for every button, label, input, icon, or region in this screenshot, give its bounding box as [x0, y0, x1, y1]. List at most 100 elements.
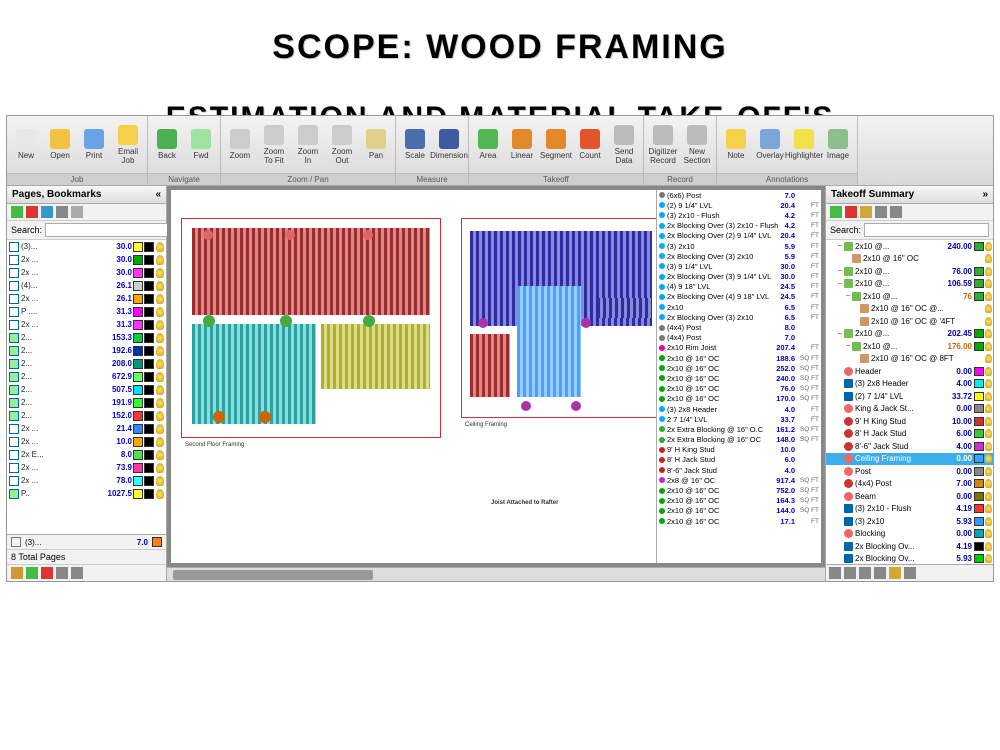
- page-item[interactable]: 2x ...73.9: [7, 461, 166, 474]
- summary-item[interactable]: 9' H King Stud10.00: [826, 415, 993, 428]
- takeoff-item[interactable]: 8' H Jack Stud6.0: [657, 455, 821, 465]
- bt-a-icon[interactable]: [829, 567, 841, 579]
- summary-item[interactable]: −2x10 @...240.00: [826, 240, 993, 253]
- linear-button[interactable]: Linear: [505, 127, 539, 162]
- page-item-bulb-icon[interactable]: [156, 437, 164, 447]
- expand-icon[interactable]: −: [844, 342, 852, 350]
- dimension-button[interactable]: Dimension: [432, 127, 466, 162]
- bt-d-icon[interactable]: [874, 567, 886, 579]
- summary-item[interactable]: −2x10 @...76.00: [826, 265, 993, 278]
- summary-bulb-icon[interactable]: [985, 267, 992, 276]
- page-item-bulb-icon[interactable]: [156, 255, 164, 265]
- zoom-in-button[interactable]: Zoom In: [291, 123, 325, 167]
- send-data-button[interactable]: Send Data: [607, 123, 641, 167]
- bt-b-icon[interactable]: [844, 567, 856, 579]
- takeoff-item[interactable]: (6x6) Post7.0: [657, 190, 821, 200]
- fwd-button[interactable]: Fwd: [184, 127, 218, 162]
- page-item-bulb-icon[interactable]: [156, 398, 164, 408]
- page-item-bulb-icon[interactable]: [156, 333, 164, 343]
- page-item-bulb-icon[interactable]: [156, 372, 164, 382]
- delete-page-icon[interactable]: [26, 206, 38, 218]
- takeoff-item[interactable]: 9' H King Stud10.0: [657, 445, 821, 455]
- takeoff-item[interactable]: 2x10 @ 16" OC76.0SQ FT: [657, 384, 821, 394]
- takeoff-items-list[interactable]: (6x6) Post7.0(2) 9 1/4" LVL20.4FT(3) 2x1…: [656, 190, 821, 563]
- takeoff-item[interactable]: 2x10 Rim Joist207.4FT: [657, 343, 821, 353]
- summary-bulb-icon[interactable]: [985, 517, 992, 526]
- zoom-fit-button[interactable]: Zoom To Fit: [257, 123, 291, 167]
- takeoff-item[interactable]: (3) 2x10 - Flush4.2FT: [657, 210, 821, 220]
- page-item[interactable]: 2x ...21.4: [7, 422, 166, 435]
- takeoff-item[interactable]: 2x8 @ 16" OC917.4SQ FT: [657, 475, 821, 485]
- page-item-bulb-icon[interactable]: [156, 450, 164, 460]
- takeoff-item[interactable]: 2x Blocking Over (2) 9 1/4" LVL20.4FT: [657, 231, 821, 241]
- takeoff-item[interactable]: (3) 2x8 Header4.0FT: [657, 404, 821, 414]
- zoom-out-button[interactable]: Zoom Out: [325, 123, 359, 167]
- page-item[interactable]: 2x ...30.0: [7, 253, 166, 266]
- page-item[interactable]: 2x ...78.0: [7, 474, 166, 487]
- selected-page-row[interactable]: (3)... 7.0: [7, 535, 166, 549]
- page-item-bulb-icon[interactable]: [156, 307, 164, 317]
- summary-bulb-icon[interactable]: [985, 242, 992, 251]
- takeoff-item[interactable]: 2x Blocking Over (3) 9 1/4" LVL30.0FT: [657, 272, 821, 282]
- takeoff-item[interactable]: 2x10 @ 16" OC164.3SQ FT: [657, 496, 821, 506]
- summary-item[interactable]: (3) 2x105.93: [826, 515, 993, 528]
- takeoff-item[interactable]: 2x Blocking Over (3) 2x105.9FT: [657, 251, 821, 261]
- page-item-bulb-icon[interactable]: [156, 320, 164, 330]
- summary-bulb-icon[interactable]: [985, 367, 992, 376]
- summary-item[interactable]: 8' H Jack Stud6.00: [826, 428, 993, 441]
- digitizer-record-button[interactable]: Digitizer Record: [646, 123, 680, 167]
- summary-bulb-icon[interactable]: [985, 454, 992, 463]
- takeoff-item[interactable]: (4x4) Post8.0: [657, 322, 821, 332]
- page-item[interactable]: 2x E...8.0: [7, 448, 166, 461]
- takeoff-item[interactable]: 2x Blocking Over (4) 9 18" LVL24.5FT: [657, 292, 821, 302]
- tool-a-icon[interactable]: [11, 567, 23, 579]
- summary-bulb-icon[interactable]: [985, 492, 992, 501]
- summary-item[interactable]: Beam0.00: [826, 490, 993, 503]
- sum-copy-icon[interactable]: [860, 206, 872, 218]
- summary-item[interactable]: 8'-6" Jack Stud4.00: [826, 440, 993, 453]
- takeoff-item[interactable]: (3) 2x105.9FT: [657, 241, 821, 251]
- summary-bulb-icon[interactable]: [985, 479, 992, 488]
- summary-bulb-icon[interactable]: [985, 379, 992, 388]
- summary-bulb-icon[interactable]: [985, 504, 992, 513]
- page-item[interactable]: (3)...30.0: [7, 240, 166, 253]
- plan-second-floor[interactable]: [181, 218, 441, 438]
- summary-list[interactable]: −2x10 @...240.002x10 @ 16" OC−2x10 @...7…: [826, 240, 993, 564]
- summary-item[interactable]: Ceiling Framing0.00: [826, 453, 993, 466]
- expand-icon[interactable]: −: [844, 292, 852, 300]
- page-item[interactable]: P..1027.5: [7, 487, 166, 500]
- summary-bulb-icon[interactable]: [985, 529, 992, 538]
- summary-item[interactable]: −2x10 @...202.45: [826, 328, 993, 341]
- summary-item[interactable]: 2x Blocking Ov...5.93: [826, 553, 993, 565]
- summary-item[interactable]: 2x10 @ 16" OC: [826, 253, 993, 266]
- page-item[interactable]: 2...153.3: [7, 331, 166, 344]
- summary-bulb-icon[interactable]: [985, 392, 992, 401]
- page-item-bulb-icon[interactable]: [156, 242, 164, 252]
- tool-add-icon[interactable]: [26, 567, 38, 579]
- summary-item[interactable]: 2x Blocking Ov...4.19: [826, 540, 993, 553]
- summary-bulb-icon[interactable]: [985, 542, 992, 551]
- page-item-bulb-icon[interactable]: [156, 281, 164, 291]
- takeoff-item[interactable]: 2x10 @ 16" OC144.0SQ FT: [657, 506, 821, 516]
- summary-bulb-icon[interactable]: [985, 342, 992, 351]
- open-button[interactable]: Open: [43, 127, 77, 162]
- summary-bulb-icon[interactable]: [985, 404, 992, 413]
- page-item[interactable]: 2...192.6: [7, 344, 166, 357]
- summary-bulb-icon[interactable]: [985, 429, 992, 438]
- summary-item[interactable]: 2x10 @ 16" OC @...: [826, 303, 993, 316]
- sum-cfg-icon[interactable]: [890, 206, 902, 218]
- page-item[interactable]: 2x ...26.1: [7, 292, 166, 305]
- summary-item[interactable]: 2x10 @ 16" OC @ '4FT: [826, 315, 993, 328]
- collapse-left-icon[interactable]: «: [155, 189, 161, 200]
- page-item[interactable]: 2x ...31.3: [7, 318, 166, 331]
- email-job-button[interactable]: Email Job: [111, 123, 145, 167]
- page-item-bulb-icon[interactable]: [156, 294, 164, 304]
- takeoff-item[interactable]: (4) 9 18" LVL24.5FT: [657, 282, 821, 292]
- plan-ceiling[interactable]: [461, 218, 661, 418]
- takeoff-item[interactable]: 2x Extra Blocking @ 16" O.C161.2SQ FT: [657, 424, 821, 434]
- back-button[interactable]: Back: [150, 127, 184, 162]
- summary-bulb-icon[interactable]: [985, 442, 992, 451]
- summary-item[interactable]: Post0.00: [826, 465, 993, 478]
- takeoff-item[interactable]: 2 7 1/4" LVL33.7FT: [657, 414, 821, 424]
- takeoff-item[interactable]: 2x10 @ 16" OC252.0SQ FT: [657, 363, 821, 373]
